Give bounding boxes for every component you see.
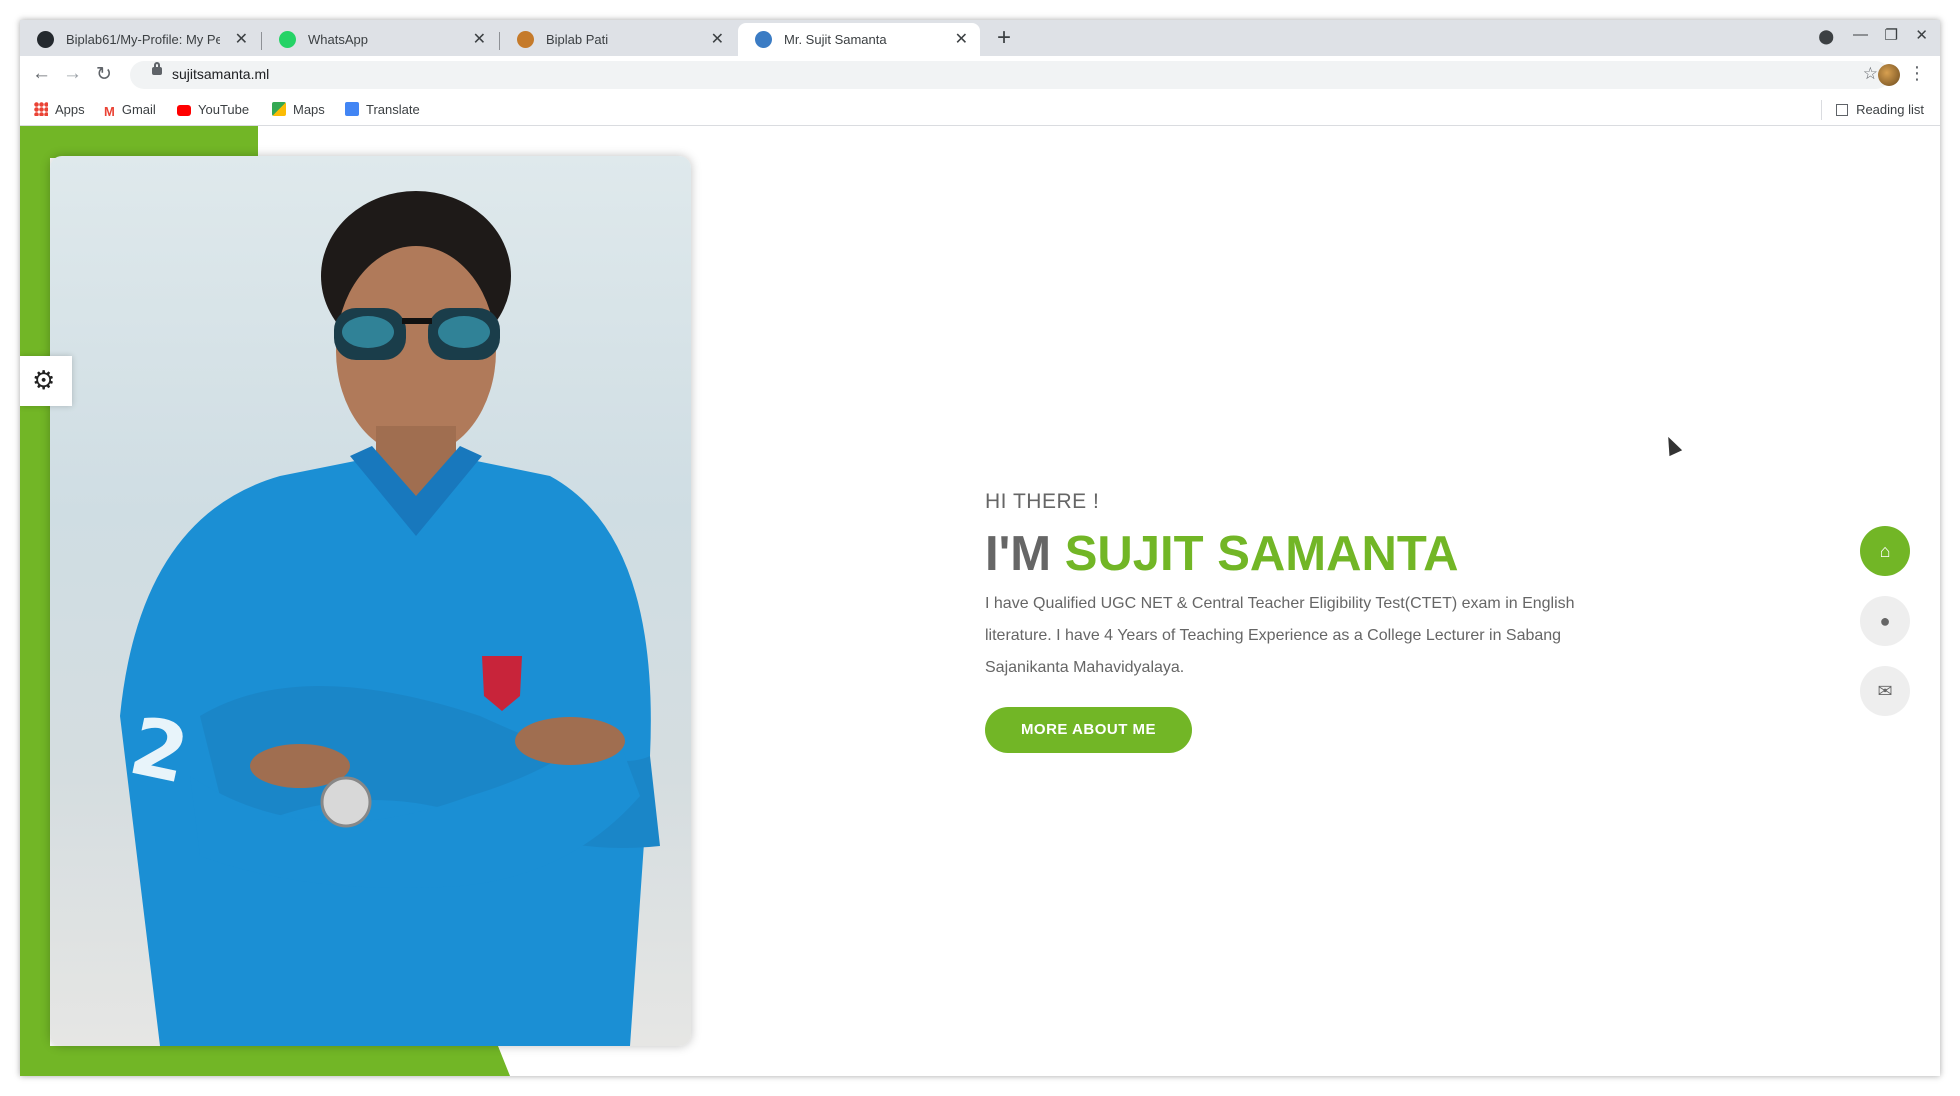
tab-title: Mr. Sujit Samanta [784,32,887,47]
title-prefix: I'M [985,527,1052,581]
page-title: I'M SUJIT SAMANTA [985,526,1459,582]
bookmark-label: Apps [55,102,85,117]
home-icon: ⌂ [1879,541,1891,561]
forward-icon[interactable]: → [63,63,82,85]
more-about-me-button[interactable]: MORE ABOUT ME [985,707,1192,753]
bookmark-label: Translate [366,102,420,117]
avatar-icon [755,31,772,48]
tab-strip: Biplab61/My-Profile: My Pers ✕ WhatsApp … [20,20,1940,56]
nav-contact[interactable]: ✉ [1860,666,1910,716]
bookmark-apps[interactable]: Apps [34,102,85,117]
maps-icon [272,102,286,116]
close-icon[interactable]: ✕ [473,23,486,56]
mouse-cursor [1661,433,1683,457]
kebab-menu-icon[interactable]: ⋮ [1908,63,1926,84]
browser-window: Biplab61/My-Profile: My Pers ✕ WhatsApp … [20,20,1940,1076]
github-icon [37,31,54,48]
divider [1821,100,1822,120]
close-icon[interactable]: ✕ [955,23,968,56]
bookmark-star-icon[interactable]: ☆ [1863,64,1878,84]
browser-toolbar: ← → ↻ sujitsamanta.ml ☆ ⋮ [20,56,1940,94]
address-bar[interactable]: sujitsamanta.ml ☆ [130,61,1890,89]
profile-avatar[interactable] [1878,64,1900,86]
gmail-icon: M [104,104,115,119]
minimize-icon[interactable]: — [1853,26,1868,43]
tab-biplab-pati[interactable]: Biplab Pati ✕ [500,23,736,56]
tab-sujit-samanta[interactable]: Mr. Sujit Samanta ✕ [738,23,980,56]
settings-toggle[interactable]: ⚙ [20,356,72,406]
profile-photo: 2 [50,156,691,1046]
tab-github[interactable]: Biplab61/My-Profile: My Pers ✕ [20,23,260,56]
portrait-illustration: 2 [120,191,660,1046]
bookmark-label: YouTube [198,102,250,117]
bookmark-label: Maps [293,102,325,117]
apps-grid-icon [34,102,48,116]
tab-search-icon[interactable]: ⬤ [1818,28,1834,45]
tab-title: WhatsApp [308,32,368,47]
intro-paragraph: I have Qualified UGC NET & Central Teach… [985,595,1575,676]
nav-home[interactable]: ⌂ [1860,526,1910,576]
reload-icon[interactable]: ↻ [96,63,112,86]
accent-shape-bottom [20,1046,510,1076]
url-text: sujitsamanta.ml [172,66,270,82]
accent-bar [20,126,50,1076]
accent-shape-top [20,126,258,158]
bookmark-gmail[interactable]: M Gmail [104,102,156,119]
whatsapp-icon [279,31,296,48]
greeting-text: HI THERE ! [985,490,1100,513]
youtube-icon [177,105,191,116]
avatar-icon [517,31,534,48]
user-icon: ● [1879,611,1891,631]
web-page: 2 ⚙ HI THERE ! I'M SUJIT SAMANTA I have … [20,126,1940,1076]
close-window-icon[interactable]: ✕ [1915,26,1928,44]
nav-about[interactable]: ● [1860,596,1910,646]
back-icon[interactable]: ← [32,63,51,85]
reading-list-icon [1836,104,1849,116]
title-name: SUJIT SAMANTA [1064,527,1459,581]
gear-icon: ⚙ [32,365,56,395]
reading-list-button[interactable]: Reading list [1836,102,1924,117]
new-tab-button[interactable]: + [997,25,1011,51]
tab-title: Biplab61/My-Profile: My Pers [66,32,220,47]
envelope-icon: ✉ [1877,681,1893,701]
tab-whatsapp[interactable]: WhatsApp ✕ [262,23,498,56]
lock-icon [152,62,162,75]
bookmark-youtube[interactable]: YouTube [177,102,249,117]
bookmark-maps[interactable]: Maps [272,102,325,117]
close-icon[interactable]: ✕ [235,23,248,56]
translate-icon [345,102,359,116]
bookmark-label: Gmail [121,102,156,117]
restore-icon[interactable]: ❐ [1885,26,1898,44]
close-icon[interactable]: ✕ [711,23,724,56]
tab-title: Biplab Pati [546,32,609,47]
bookmark-translate[interactable]: Translate [345,102,420,117]
reading-list-label: Reading list [1856,102,1924,117]
bookmarks-bar: Apps M Gmail YouTube Maps Translate Readi… [20,94,1940,126]
